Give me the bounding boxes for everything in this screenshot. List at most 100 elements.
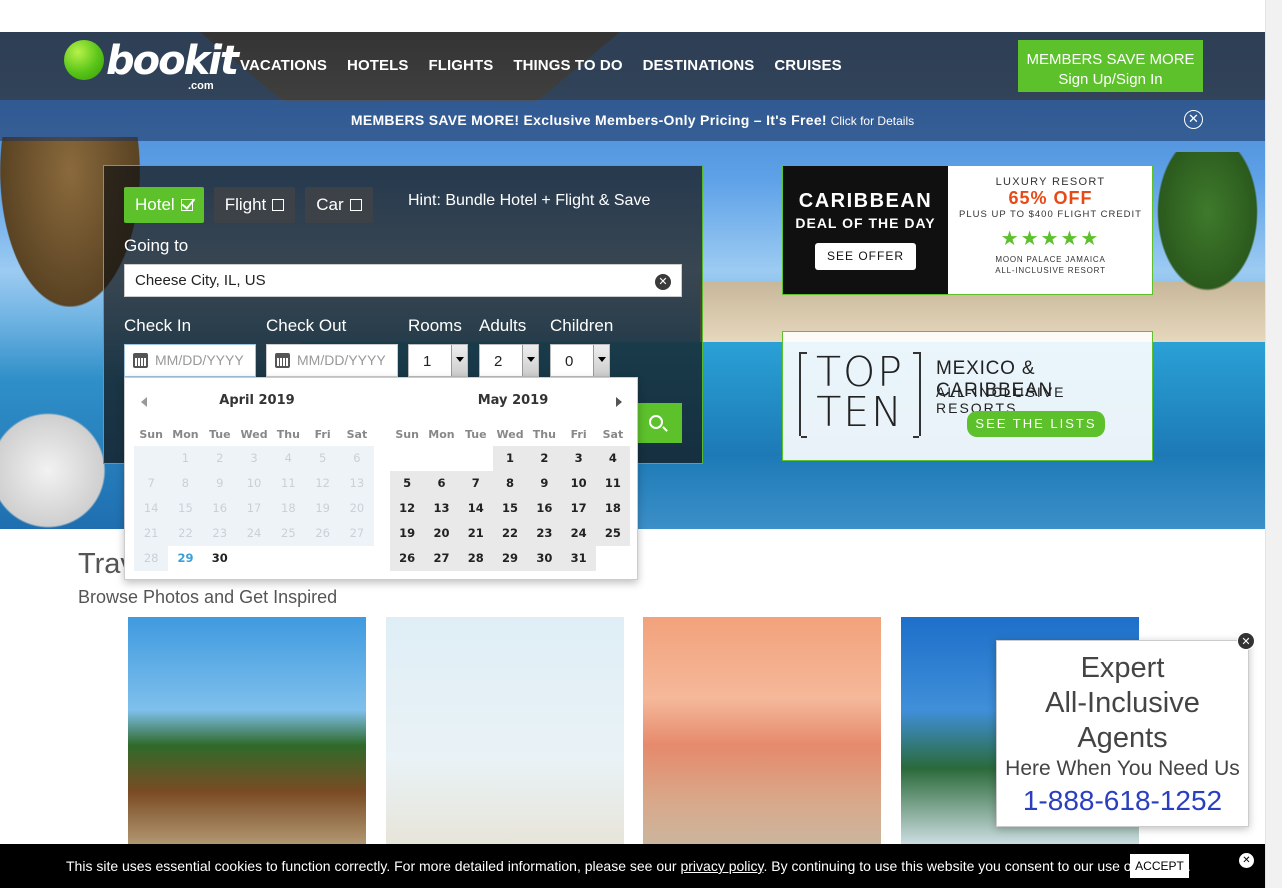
close-circle-icon[interactable]: ✕ — [1184, 110, 1203, 129]
calendar-day[interactable]: 2 — [527, 446, 562, 471]
check-out-input[interactable]: MM/DD/YYYY — [266, 344, 398, 377]
members-button-title: MEMBERS SAVE MORE — [1026, 51, 1195, 68]
bookit-logo[interactable]: bookit .com ® — [62, 38, 239, 96]
tab-hotel[interactable]: Hotel — [124, 187, 204, 223]
page-scrollbar[interactable] — [1265, 0, 1282, 888]
privacy-policy-link[interactable]: privacy policy — [680, 858, 763, 874]
calendar-day[interactable]: 1 — [492, 446, 528, 471]
calendar-day[interactable]: 11 — [595, 471, 631, 496]
members-promo-bar[interactable]: MEMBERS SAVE MORE! Exclusive Members-Onl… — [0, 100, 1265, 141]
nav-hotels[interactable]: HOTELS — [347, 57, 408, 74]
deal-subtitle: DEAL OF THE DAY — [795, 215, 936, 231]
calendar-day[interactable]: 3 — [561, 446, 596, 471]
calendar-day[interactable]: 14 — [458, 496, 493, 521]
promo-bar-link[interactable]: Click for Details — [831, 114, 914, 128]
calendar-day[interactable]: 17 — [561, 496, 596, 521]
adults-select[interactable]: 2 — [479, 344, 539, 377]
nav-vacations[interactable]: VACATIONS — [240, 57, 327, 74]
calendar-day: 17 — [236, 496, 272, 521]
calendar-day: 26 — [305, 521, 340, 546]
calendar-day[interactable]: 20 — [424, 521, 459, 546]
calendar-day[interactable]: 13 — [424, 496, 459, 521]
agent-popup-line3: Agents — [1077, 722, 1168, 754]
calendar-day: 27 — [339, 521, 375, 546]
close-icon[interactable]: ✕ — [1239, 853, 1254, 868]
calendar-day[interactable]: 24 — [561, 521, 596, 546]
calendar-day[interactable]: 26 — [390, 546, 425, 571]
calendar-day[interactable]: 16 — [527, 496, 562, 521]
check-in-input[interactable]: MM/DD/YYYY — [124, 344, 256, 377]
calendar-day[interactable]: 27 — [424, 546, 459, 571]
star-rating-icon: ★★★★★ — [1000, 228, 1101, 250]
close-icon[interactable]: ✕ — [1237, 632, 1255, 650]
calendar-day: 7 — [134, 471, 169, 496]
see-offer-button[interactable]: SEE OFFER — [815, 243, 916, 270]
calendar-day: 8 — [168, 471, 203, 496]
calendar-day: 13 — [339, 471, 375, 496]
calendar-day[interactable]: 15 — [492, 496, 528, 521]
calendar-day[interactable]: 10 — [561, 471, 596, 496]
calendar-day[interactable]: 6 — [424, 471, 459, 496]
agent-popup-heading: Expert All-Inclusive Agents — [997, 641, 1248, 756]
calendar-day: 1 — [168, 446, 203, 471]
children-select[interactable]: 0 — [550, 344, 610, 377]
calendar-day[interactable]: 29 — [492, 546, 528, 571]
calendar-day[interactable]: 29 — [168, 546, 203, 571]
calendar-day: 14 — [134, 496, 169, 521]
calendar-day[interactable]: 9 — [527, 471, 562, 496]
top-ten-logo: TOP TEN — [799, 352, 921, 438]
agent-popup-line2: All-Inclusive — [1045, 687, 1200, 719]
nav-flights[interactable]: FLIGHTS — [428, 57, 493, 74]
weekday-label: Tue — [464, 428, 487, 441]
empty-day-cell — [390, 446, 424, 471]
calendar-day[interactable]: 19 — [390, 521, 425, 546]
flight-credit-label: PLUS UP TO $400 FLIGHT CREDIT — [959, 209, 1142, 220]
calendar-day[interactable]: 5 — [390, 471, 425, 496]
agent-popup-tagline: Here When You Need Us — [1005, 757, 1240, 780]
calendar-day[interactable]: 30 — [202, 546, 237, 571]
calendar-day[interactable]: 28 — [458, 546, 493, 571]
day-grid: 1 2 3 4 5 6 7 8 9 10 11 12 13 14 15 16 17 18 19 20 21 22 23 24 2… — [134, 446, 380, 571]
inspiration-photo[interactable] — [643, 617, 881, 850]
going-to-label: Going to — [124, 236, 189, 255]
agent-popup[interactable]: Expert All-Inclusive Agents Here When Yo… — [996, 640, 1249, 827]
agent-phone-link[interactable]: 1-888-618-1252 — [997, 782, 1248, 820]
inspiration-photo[interactable] — [386, 617, 624, 850]
accept-cookies-button[interactable]: ACCEPT — [1130, 854, 1189, 878]
members-signup-button[interactable]: MEMBERS SAVE MORE Sign Up/Sign In — [1018, 40, 1203, 92]
calendar-day[interactable]: 22 — [492, 521, 528, 546]
tab-car[interactable]: Car — [305, 187, 373, 223]
checkbox-checked-icon — [180, 199, 193, 211]
destination-input[interactable]: Cheese City, IL, US — [124, 264, 682, 297]
calendar-day[interactable]: 18 — [595, 496, 631, 521]
nav-things-to-do[interactable]: THINGS TO DO — [513, 57, 622, 74]
top-ten-card[interactable]: TOP TEN MEXICO & CARIBBEAN ALL-INCLUSIVE… — [782, 331, 1153, 461]
search-button[interactable] — [632, 403, 682, 443]
calendar-day[interactable]: 21 — [458, 521, 493, 546]
resort-name-line2: ALL-INCLUSIVE RESORT — [995, 266, 1106, 275]
nav-cruises[interactable]: CRUISES — [774, 57, 841, 74]
weekday-label: Tue — [208, 428, 231, 441]
calendar-day[interactable]: 25 — [595, 521, 631, 546]
calendar-day[interactable]: 30 — [527, 546, 562, 571]
calendar-day[interactable]: 31 — [561, 546, 596, 571]
search-icon — [649, 415, 663, 429]
calendar-day[interactable]: 23 — [527, 521, 562, 546]
caribbean-deal-card[interactable]: CARIBBEAN DEAL OF THE DAY SEE OFFER LUXU… — [782, 165, 1153, 295]
calendar-day: 19 — [305, 496, 340, 521]
bundle-hint: Hint: Bundle Hotel + Flight & Save — [408, 192, 651, 209]
calendar-month-may: May 2019 Sun Mon Tue Wed Thu Fri Sat 123456789… — [390, 378, 636, 571]
tab-flight[interactable]: Flight — [213, 187, 296, 223]
rooms-select[interactable]: 1 — [408, 344, 468, 377]
calendar-day[interactable]: 7 — [458, 471, 493, 496]
calendar-day[interactable]: 4 — [595, 446, 631, 471]
calendar-day[interactable]: 8 — [492, 471, 528, 496]
see-the-lists-button[interactable]: SEE THE LISTS — [967, 411, 1105, 437]
nav-destinations[interactable]: DESTINATIONS — [643, 57, 755, 74]
month-header: May 2019 — [390, 378, 636, 424]
clear-destination-icon[interactable]: ✕ — [655, 274, 671, 290]
chevron-down-icon — [522, 345, 538, 376]
calendar-day[interactable]: 12 — [390, 496, 425, 521]
inspiration-photo[interactable] — [128, 617, 366, 850]
top-ten-logo-bottom: TEN — [816, 388, 904, 436]
